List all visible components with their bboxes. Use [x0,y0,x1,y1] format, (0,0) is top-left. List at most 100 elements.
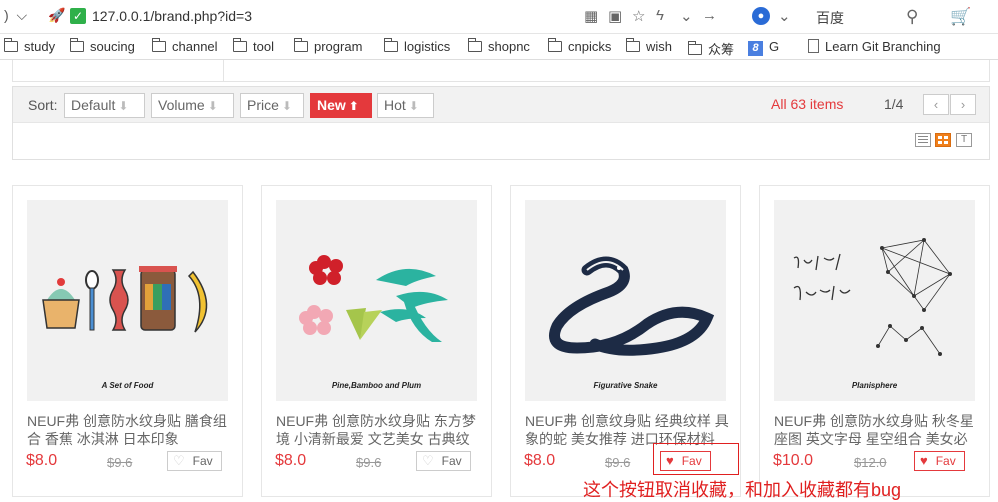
bookmarks-bar: study soucing channel tool program logis… [0,34,998,60]
arrow-down-icon: ⬇ [281,99,292,113]
arrow-down-icon: ⬇ [118,99,129,113]
pine-bamboo-plum-illustration [299,255,448,342]
product-card[interactable]: Pine,Bamboo and Plum NEUF弗 创意防水纹身贴 东方梦境 … [261,185,492,497]
original-price: $9.6 [356,455,382,470]
bookmark-label: soucing [90,39,135,54]
screenshot-icon[interactable]: ▣ [608,7,622,25]
annotation-text: 这个按钮取消收藏，和加入收藏都有bug [583,480,902,500]
bookmark-channel[interactable]: channel [152,38,218,54]
folder-icon [548,38,562,52]
product-name[interactable]: NEUF弗 创意防水纹身贴 膳食组合 香蕉 冰淇淋 日本印象 [27,412,232,448]
original-price: $9.6 [605,455,631,470]
product-image[interactable]: Planisphere [774,200,975,401]
product-image[interactable]: Pine,Bamboo and Plum [276,200,477,401]
product-image[interactable]: A Set of Food [27,200,228,401]
grid-view-icon[interactable] [935,133,951,147]
back-icon[interactable]: ) ⌵ [4,7,27,24]
product-card[interactable]: A Set of Food NEUF弗 创意防水纹身贴 膳食组合 香蕉 冰淇淋 … [12,185,243,497]
bookmark-study[interactable]: study [4,38,56,54]
bookmark-label: G [769,39,780,54]
cart-icon[interactable]: 🛒 [950,7,971,27]
page-content: Sort: Default ⬇ Volume ⬇ Price ⬇ New ⬆ Hot ⬇ … [0,60,998,502]
sort-price-button[interactable]: Price ⬇ [240,93,304,118]
folder-icon [688,41,702,55]
product-name[interactable]: NEUF弗 创意防水纹身贴 东方梦境 小清新最爱 文艺美女 古典纹 [276,412,481,448]
fav-label: Fav [192,454,213,468]
page-icon [808,39,819,53]
heart-filled-icon: ♥ [920,453,928,468]
product-image[interactable]: Figurative Snake [525,200,726,401]
forward-arrow-icon[interactable]: → [702,7,717,24]
bookmark-tool[interactable]: tool [233,38,274,54]
secure-check-icon: ✓ [70,8,86,24]
folder-icon [152,38,166,52]
url-input[interactable]: 127.0.0.1/brand.php?id=3 [92,8,252,24]
total-items: All 63 items [771,96,844,112]
original-price: $12.0 [854,455,887,470]
sort-new-button[interactable]: New ⬆ [310,93,372,118]
text-view-icon[interactable]: T [956,133,972,147]
bookmark-label: Learn Git Branching [825,39,941,54]
rocket-icon: 🚀 [48,7,66,23]
star-icon[interactable]: ☆ [632,7,645,25]
image-caption: Figurative Snake [593,381,658,390]
fav-button[interactable]: ♥ Fav [914,451,965,471]
chevron-down-icon[interactable]: ⌄ [680,7,693,25]
bookmark-crowdfunding[interactable]: 众筹 [688,39,734,58]
next-page-button[interactable]: › [950,94,976,115]
heart-outline-icon: ♡ [173,453,185,468]
lightning-icon[interactable]: ϟ [656,7,664,24]
search-icon[interactable]: ⚲ [906,7,918,27]
sort-label: Sort: [28,97,58,113]
bookmark-label: channel [172,39,218,54]
sort-default-button[interactable]: Default ⬇ [64,93,145,118]
page-indicator: 1/4 [884,96,904,112]
sort-option-label: Hot [384,97,406,113]
search-engine-label[interactable]: 百度 [816,8,844,28]
bookmark-learn-git[interactable]: Learn Git Branching [808,39,941,54]
google-icon: 8 [748,41,763,56]
bookmark-cnpicks[interactable]: cnpicks [548,38,611,54]
list-view-icon[interactable] [915,133,931,147]
address-bar: ) ⌵ 🚀 ✓ 127.0.0.1/brand.php?id=3 ▦ ▣ ☆ ϟ… [0,0,998,34]
bookmark-shopnc[interactable]: shopnc [468,38,530,54]
folder-icon [233,38,247,52]
fav-label: Fav [935,454,956,468]
baidu-paw-icon[interactable]: ● [752,7,770,25]
product-price: $8.0 [275,452,307,469]
sort-hot-button[interactable]: Hot ⬇ [377,93,434,118]
sort-toolbar: Sort: Default ⬇ Volume ⬇ Price ⬇ New ⬆ Hot ⬇ … [12,86,990,160]
food-illustration [42,266,208,333]
fav-button[interactable]: ♡ Fav [167,451,222,471]
qr-code-icon[interactable]: ▦ [584,7,598,25]
arrow-up-icon: ⬆ [348,99,359,113]
folder-icon [468,38,482,52]
product-card[interactable]: Planisphere NEUF弗 创意防水纹身贴 秋冬星座图 英文字母 星空组… [759,185,990,497]
arrow-down-icon: ⬇ [207,99,218,113]
snake-illustration [549,256,715,356]
engine-dropdown-icon[interactable]: ⌄ [778,7,791,25]
folder-icon [384,38,398,52]
bookmark-soucing[interactable]: soucing [70,38,135,54]
image-caption: A Set of Food [101,381,154,390]
bookmark-label: study [24,39,56,54]
prev-page-button[interactable]: ‹ [923,94,949,115]
sort-volume-button[interactable]: Volume ⬇ [151,93,234,118]
product-name[interactable]: NEUF弗 创意防水纹身贴 秋冬星座图 英文字母 星空组合 美女必 [774,412,979,448]
bookmark-logistics[interactable]: logistics [384,38,451,54]
bookmark-g[interactable]: 8G [748,39,779,56]
product-price: $10.0 [773,452,814,469]
sort-option-label: Price [247,97,279,113]
bookmark-wish[interactable]: wish [626,38,672,54]
folder-icon [70,38,84,52]
sort-option-label: Volume [158,97,205,113]
image-caption: Planisphere [851,381,898,390]
image-caption: Pine,Bamboo and Plum [331,381,422,390]
fav-button[interactable]: ♡ Fav [416,451,471,471]
product-price: $8.0 [26,452,58,469]
planisphere-illustration [793,238,952,356]
folder-icon [626,38,640,52]
bookmark-program[interactable]: program [294,38,362,54]
bookmark-label: logistics [404,39,451,54]
bookmark-label: shopnc [488,39,530,54]
